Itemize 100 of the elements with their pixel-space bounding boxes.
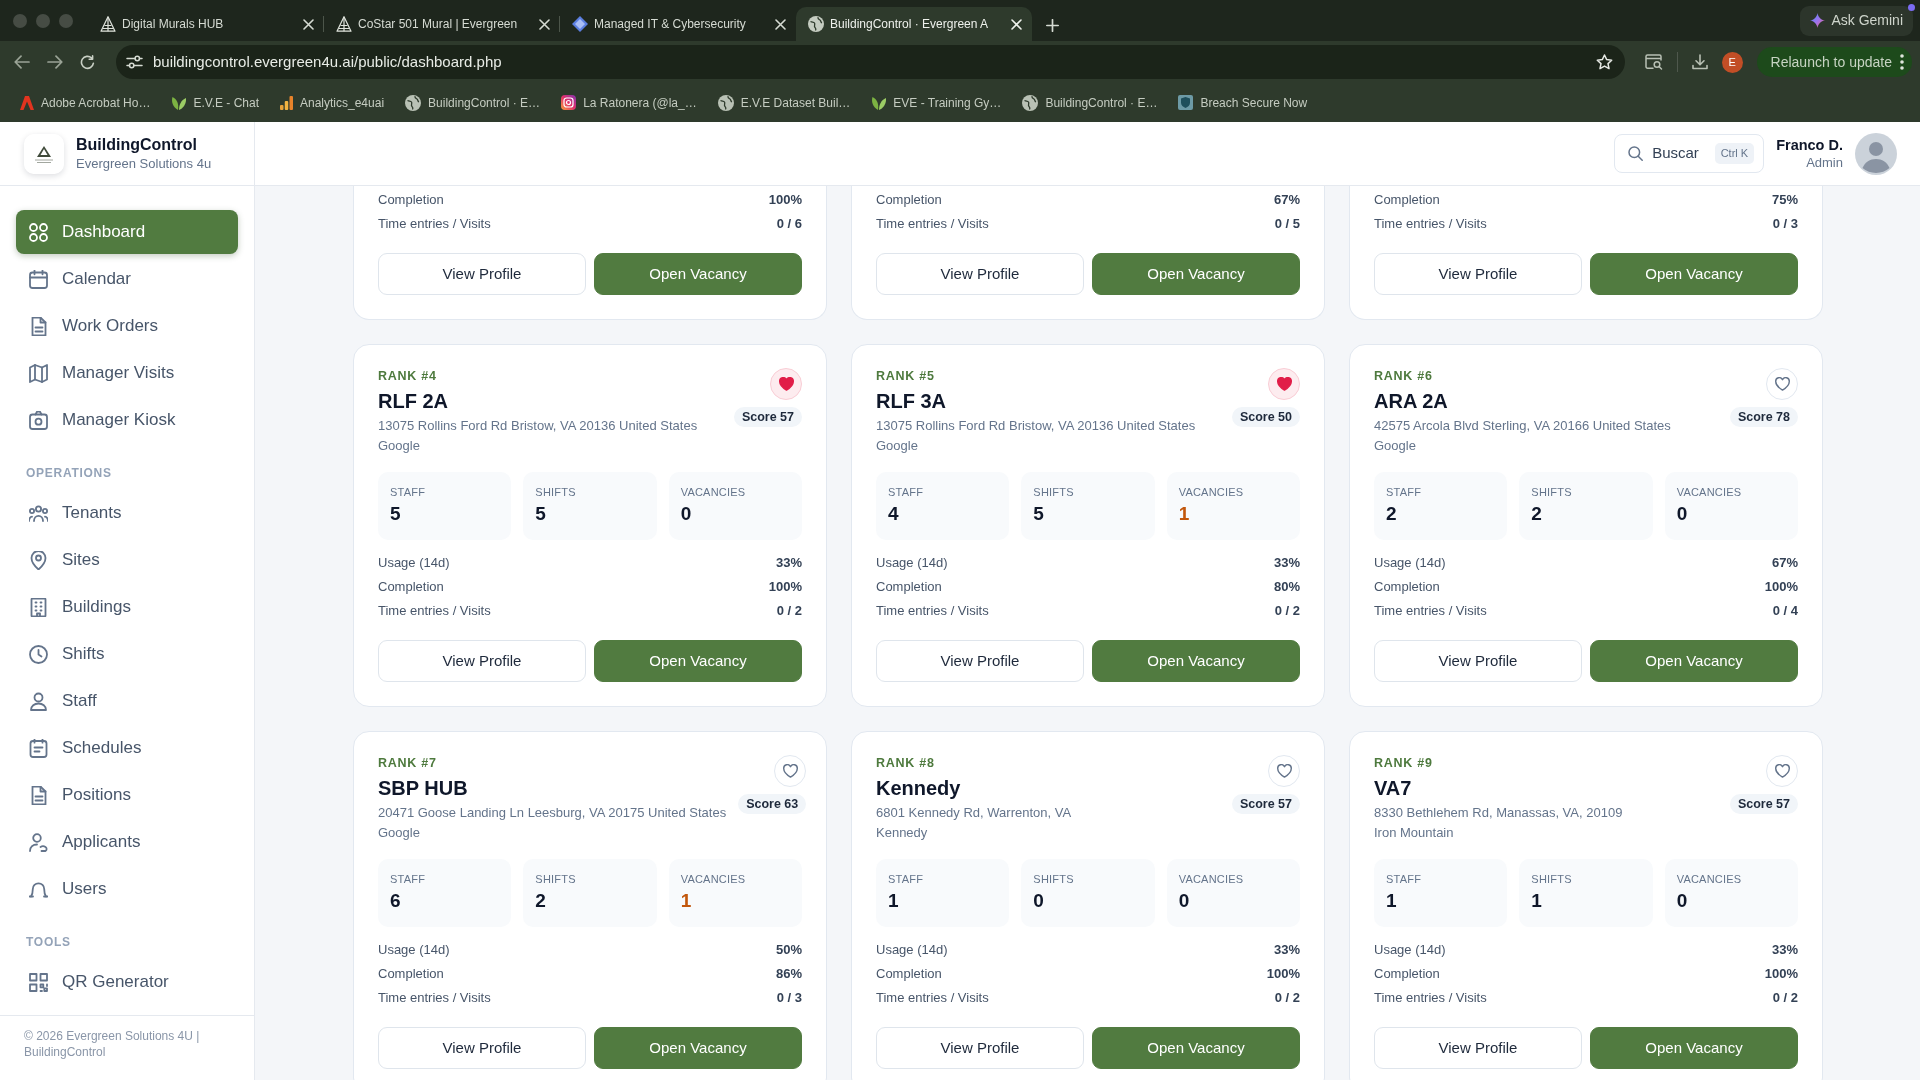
stat-value: 1	[888, 889, 900, 913]
window-search-icon[interactable]	[1644, 54, 1663, 70]
document-icon	[29, 316, 48, 336]
nav-item[interactable]: Staff	[16, 679, 238, 723]
rank-label: RANK #5	[876, 368, 936, 384]
nav-item[interactable]: Calendar	[16, 257, 238, 301]
plus-icon[interactable]	[1046, 19, 1059, 32]
bookmark[interactable]: BuildingControl · E…	[399, 93, 547, 112]
diamond-icon	[572, 16, 588, 32]
metric-value: 86%	[775, 965, 802, 983]
open-vacancy-button[interactable]: Open Vacancy	[1590, 640, 1798, 682]
back-arrow-icon[interactable]	[14, 55, 30, 69]
browser-tab[interactable]: Digital Murals HUB	[88, 7, 324, 41]
bookmark[interactable]: Analytics_e4uai	[274, 93, 391, 112]
client-name: Google	[876, 437, 919, 455]
bookmark[interactable]: Breach Secure Now	[1172, 93, 1314, 112]
star-icon[interactable]	[1595, 54, 1613, 70]
view-profile-button[interactable]: View Profile	[1374, 1027, 1582, 1069]
nav-item[interactable]: Schedules	[16, 726, 238, 770]
metric-value: 100%	[1764, 578, 1798, 596]
reload-icon[interactable]	[80, 54, 95, 70]
close-icon[interactable]	[539, 18, 550, 30]
relaunch-button[interactable]: Relaunch to update	[1756, 47, 1912, 77]
open-vacancy-button[interactable]: Open Vacancy	[594, 253, 802, 295]
bookmark[interactable]: E.V.E - Chat	[165, 93, 265, 112]
tune-icon[interactable]	[126, 55, 143, 69]
view-profile-button[interactable]: View Profile	[1374, 253, 1582, 295]
heart-icon	[778, 377, 794, 391]
browser-tab[interactable]: BuildingControl · Evergreen A	[796, 7, 1032, 41]
close-icon[interactable]	[303, 18, 314, 30]
stat-label: STAFF	[390, 485, 427, 499]
metric-label: Completion	[378, 578, 444, 596]
view-profile-button[interactable]: View Profile	[378, 253, 586, 295]
user-avatar-icon[interactable]	[1855, 132, 1897, 175]
bookmark[interactable]: Adobe Acrobat Ho…	[14, 93, 157, 112]
view-profile-button[interactable]: View Profile	[876, 1027, 1084, 1069]
favorite-button[interactable]	[1766, 755, 1798, 787]
close-icon[interactable]	[775, 18, 786, 30]
stat-label: STAFF	[888, 485, 925, 499]
profile-avatar[interactable]: E	[1721, 51, 1743, 73]
site-name: ARA 2A	[1374, 389, 1449, 414]
nav-item[interactable]: Buildings	[16, 585, 238, 629]
bookmark[interactable]: La Ratonera (@la_…	[555, 93, 703, 112]
stat-label: VACANCIES	[680, 485, 747, 499]
view-profile-button[interactable]: View Profile	[1374, 640, 1582, 682]
stat-value: 1	[1531, 889, 1543, 913]
close-icon[interactable]	[1011, 18, 1022, 30]
users-icon	[29, 503, 48, 523]
nav-item[interactable]: Positions	[16, 773, 238, 817]
notification-dot-icon	[1908, 3, 1915, 11]
view-profile-button[interactable]: View Profile	[378, 640, 586, 682]
bookmark[interactable]: EVE - Training Gy…	[865, 93, 1008, 112]
nav-item[interactable]: Manager Kiosk	[16, 398, 238, 442]
browser-tab[interactable]: CoStar 501 Mural | Evergreen	[324, 7, 560, 41]
open-vacancy-button[interactable]: Open Vacancy	[1590, 253, 1798, 295]
stat-value: 5	[535, 502, 547, 526]
address-field[interactable]: buildingcontrol.evergreen4u.ai/public/dashboard.php	[116, 45, 1625, 79]
nav-item[interactable]: QR Generator	[16, 960, 238, 1004]
score-indicator: Score 50	[1231, 407, 1300, 427]
open-vacancy-button[interactable]: Open Vacancy	[1092, 640, 1300, 682]
nav-item[interactable]: Shifts	[16, 632, 238, 676]
nav-item[interactable]: Users	[16, 867, 238, 911]
metric-value: 0 / 2	[1772, 989, 1798, 1007]
favorite-button[interactable]	[770, 368, 802, 400]
download-icon[interactable]	[1691, 54, 1708, 70]
nav-item[interactable]: Dashboard	[16, 210, 238, 254]
bookmark[interactable]: BuildingControl · E…	[1016, 93, 1164, 112]
stat-label: SHIFTS	[1531, 872, 1573, 886]
logo-icon	[20, 95, 34, 110]
metric-label: Completion	[378, 191, 444, 209]
open-vacancy-button[interactable]: Open Vacancy	[594, 1027, 802, 1069]
stat-label: SHIFTS	[1033, 872, 1075, 886]
bookmark[interactable]: E.V.E Dataset Buil…	[711, 93, 857, 112]
open-vacancy-button[interactable]: Open Vacancy	[1092, 1027, 1300, 1069]
favorite-button[interactable]	[1268, 755, 1300, 787]
stat-value: 1	[1178, 502, 1191, 526]
nav-item[interactable]: Work Orders	[16, 304, 238, 348]
nav-item[interactable]: Tenants	[16, 491, 238, 535]
nav-item[interactable]: Applicants	[16, 820, 238, 864]
view-profile-button[interactable]: View Profile	[876, 640, 1084, 682]
score-indicator: Score 78	[1729, 407, 1798, 427]
favorite-button[interactable]	[1766, 368, 1798, 400]
view-profile-button[interactable]: View Profile	[876, 253, 1084, 295]
ask-gemini-button[interactable]: Ask Gemini	[1800, 5, 1913, 36]
metric-label: Usage (14d)	[1374, 554, 1446, 572]
building-icon	[29, 597, 48, 617]
tree-icon	[100, 16, 116, 32]
stat-label: SHIFTS	[1531, 485, 1573, 499]
favorite-button[interactable]	[774, 755, 807, 787]
site-address: 42575 Arcola Blvd Sterling, VA 20166 United States	[1374, 417, 1671, 435]
nav-item[interactable]: Manager Visits	[16, 351, 238, 395]
browser-tab[interactable]: Managed IT & Cybersecurity	[560, 7, 796, 41]
forward-arrow-icon[interactable]	[47, 55, 63, 69]
open-vacancy-button[interactable]: Open Vacancy	[1590, 1027, 1798, 1069]
nav-item[interactable]: Sites	[16, 538, 238, 582]
search-button[interactable]: Buscar Ctrl K	[1614, 134, 1765, 173]
favorite-button[interactable]	[1268, 368, 1300, 400]
view-profile-button[interactable]: View Profile	[378, 1027, 586, 1069]
open-vacancy-button[interactable]: Open Vacancy	[594, 640, 802, 682]
open-vacancy-button[interactable]: Open Vacancy	[1092, 253, 1300, 295]
